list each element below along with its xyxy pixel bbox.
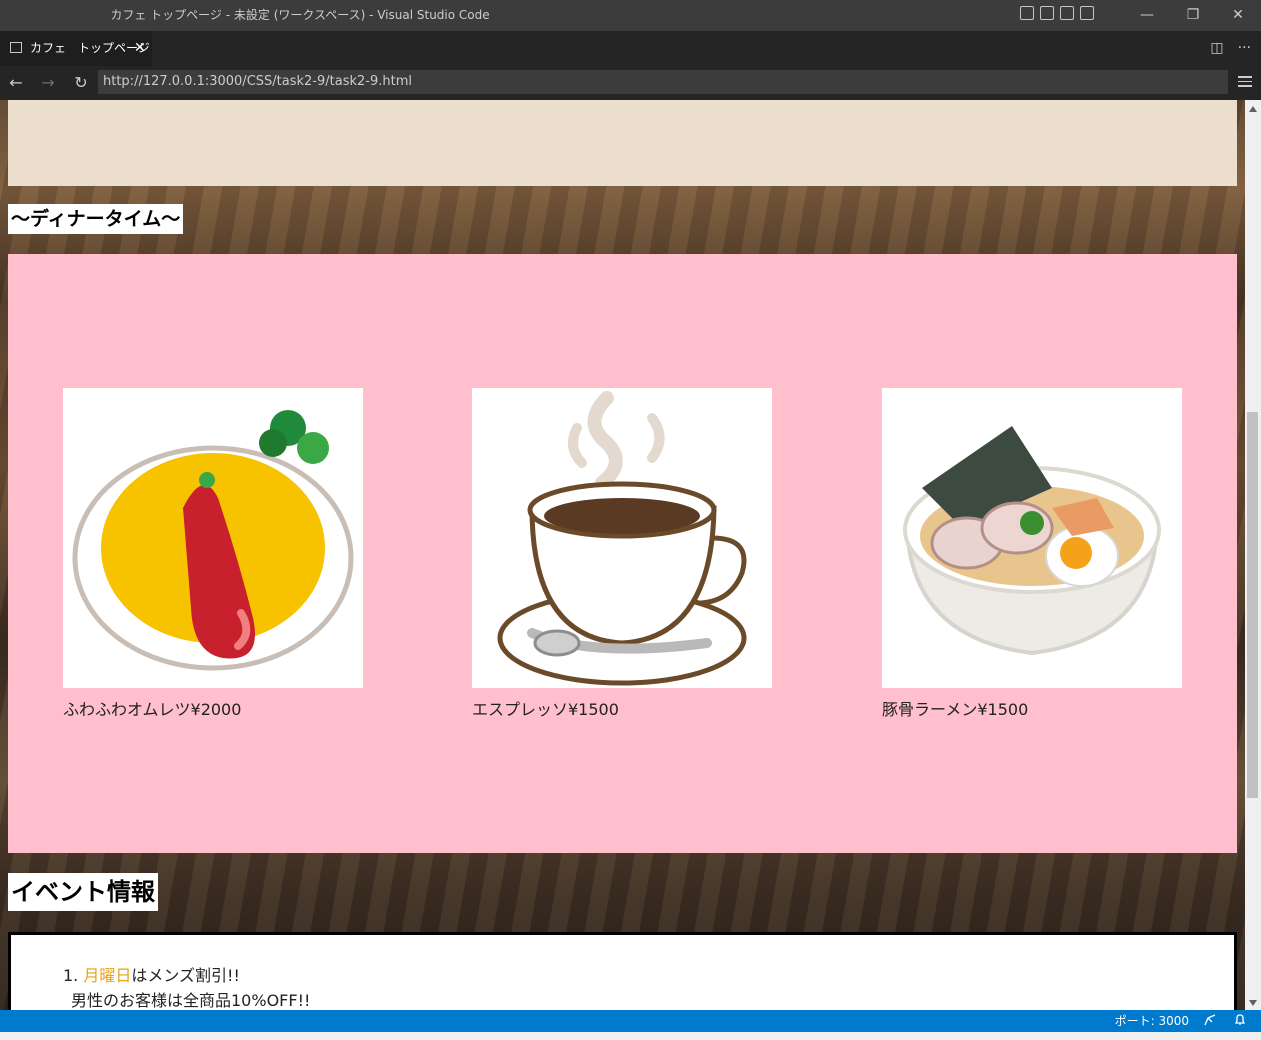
more-actions-icon[interactable]: ··· — [1238, 31, 1251, 66]
coffee-cup-image — [472, 388, 772, 688]
editor-tab-bar: カフェ トップページ ✕ ◫ ··· — [0, 31, 1261, 66]
browser-nav-bar: ← → ↻ http://127.0.0.1:3000/CSS/task2-9/… — [0, 66, 1261, 100]
notifications-bell-icon[interactable] — [1234, 1014, 1246, 1026]
scrollbar-thumb[interactable] — [1247, 412, 1258, 798]
toggle-primary-sidebar-icon[interactable] — [1020, 6, 1034, 20]
event-text: はメンズ割引!! — [131, 966, 240, 985]
close-window-button[interactable]: ✕ — [1215, 0, 1261, 31]
menu-item-caption: ふわふわオムレツ¥2000 — [63, 700, 242, 719]
customize-layout-icon[interactable] — [1080, 6, 1094, 20]
preview-icon — [10, 42, 22, 53]
menu-item-omelette: ふわふわオムレツ¥2000 — [63, 388, 363, 720]
omelette-image — [63, 388, 363, 688]
close-tab-icon[interactable]: ✕ — [134, 31, 146, 66]
reload-icon[interactable]: ↻ — [70, 66, 92, 100]
menu-item-caption: エスプレッソ¥1500 — [472, 700, 619, 719]
restore-button[interactable]: ❐ — [1170, 0, 1216, 31]
toggle-secondary-sidebar-icon[interactable] — [1060, 6, 1074, 20]
ramen-bowl-image — [882, 388, 1182, 688]
dinner-menu-section: ふわふわオムレツ¥2000 エスプレッソ¥1500 豚骨ラーメン¥1500 — [8, 254, 1237, 853]
page-viewport: 〜ディナータイム〜 ふわふわオムレツ¥2000 エスプレッソ¥1500 豚骨ラー… — [0, 100, 1245, 1010]
split-editor-icon[interactable]: ◫ — [1210, 31, 1223, 66]
url-input[interactable]: http://127.0.0.1:3000/CSS/task2-9/task2-… — [98, 70, 1228, 94]
scroll-up-icon[interactable] — [1249, 106, 1257, 112]
minimize-button[interactable]: — — [1124, 0, 1170, 31]
back-icon[interactable]: ← — [5, 66, 27, 100]
beige-section — [8, 100, 1237, 186]
scroll-down-icon[interactable] — [1249, 1000, 1257, 1006]
menu-item-caption: 豚骨ラーメン¥1500 — [882, 700, 1029, 719]
tab-actions: ◫ ··· — [1210, 31, 1251, 66]
event-detail: 男性のお客様は全商品10%OFF!! — [71, 991, 311, 1010]
hamburger-menu-icon[interactable] — [1238, 76, 1252, 88]
feedback-icon[interactable] — [1204, 1014, 1216, 1026]
dinner-heading: 〜ディナータイム〜 — [8, 204, 184, 234]
event-info-box: 1. 月曜日はメンズ割引!! 男性のお客様は全商品10%OFF!! — [8, 932, 1237, 1010]
status-bar: ポート: 3000 — [0, 1010, 1261, 1032]
menu-item-ramen: 豚骨ラーメン¥1500 — [882, 388, 1182, 720]
layout-controls — [1020, 6, 1094, 20]
title-bar: カフェ トップページ - 未設定 (ワークスペース) - Visual Stud… — [0, 0, 1261, 31]
port-indicator[interactable]: ポート: 3000 — [1115, 1010, 1189, 1032]
window-bottom-edge — [0, 1032, 1261, 1040]
page-scrollbar[interactable] — [1245, 100, 1261, 1010]
window-title: カフェ トップページ - 未設定 (ワークスペース) - Visual Stud… — [110, 8, 490, 22]
toggle-panel-icon[interactable] — [1040, 6, 1054, 20]
event-heading: イベント情報 — [8, 873, 158, 911]
event-list: 1. 月曜日はメンズ割引!! 男性のお客様は全商品10%OFF!! — [11, 935, 1234, 1010]
forward-icon[interactable]: → — [37, 66, 59, 100]
event-item: 1. 月曜日はメンズ割引!! — [63, 963, 1234, 988]
tab-cafe-top-page[interactable]: カフェ トップページ ✕ — [0, 31, 152, 66]
event-number: 1. — [63, 966, 79, 985]
tab-label: カフェ トップページ — [30, 41, 150, 55]
menu-item-espresso: エスプレッソ¥1500 — [472, 388, 772, 720]
event-highlight: 月曜日 — [83, 966, 132, 985]
